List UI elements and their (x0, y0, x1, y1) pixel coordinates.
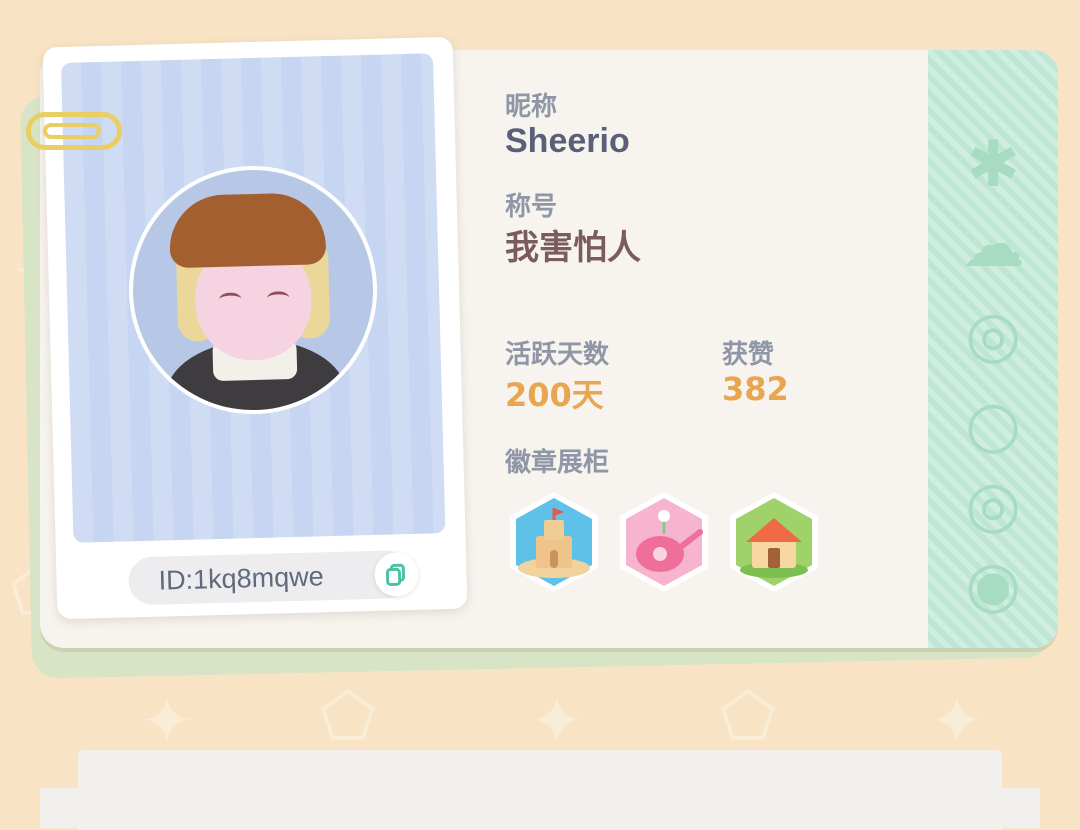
likes-label: 获赞 (722, 340, 775, 370)
circle-stamp-icon: ◎ (965, 298, 1021, 372)
active-days-label: 活跃天数 (505, 340, 610, 370)
bottom-panel (78, 750, 1002, 830)
title-label: 称号 (505, 192, 558, 222)
watering-can-badge[interactable] (616, 490, 712, 594)
user-id-pill: ID:1kq8mqwe (127, 550, 420, 606)
copy-icon (385, 563, 406, 587)
pentagon-decoration-icon: ⬠ (720, 680, 776, 754)
pentagon-decoration-icon: ⬠ (320, 680, 376, 754)
badge-showcase-label: 徽章展柜 (505, 448, 610, 478)
house-badge[interactable] (726, 490, 822, 594)
copy-id-button[interactable] (373, 551, 420, 597)
paper-clip-icon (26, 112, 122, 150)
star-decoration-icon: ✦ (530, 685, 584, 759)
likes-value: 382 (722, 370, 789, 408)
avatar[interactable] (125, 162, 381, 418)
circle-stamp-icon: ◎ (965, 468, 1021, 542)
ring-stamp-icon: ○ (965, 388, 1021, 462)
star-decoration-icon: ✦ (140, 685, 194, 759)
star-decoration-icon: ✦ (930, 685, 984, 759)
star-stamp-icon: ✱ (966, 128, 1020, 202)
nickname-value: Sheerio (505, 122, 630, 160)
nickname-label: 昵称 (505, 92, 558, 122)
user-id-text: ID:1kq8mqwe (158, 560, 324, 596)
cloud-stamp-icon: ☁ (961, 208, 1025, 282)
bottom-panel-notch-right (994, 788, 1040, 828)
active-days-value: 200天 (505, 376, 604, 414)
title-value: 我害怕人 (505, 228, 641, 268)
zigzag-edge (916, 50, 940, 648)
bottom-panel-notch-left (40, 788, 86, 828)
sandcastle-badge[interactable] (506, 490, 602, 594)
card-stripe-edge: ✱ ☁ ◎ ○ ◎ ◉ (928, 50, 1058, 648)
drop-stamp-icon: ◉ (965, 548, 1021, 622)
